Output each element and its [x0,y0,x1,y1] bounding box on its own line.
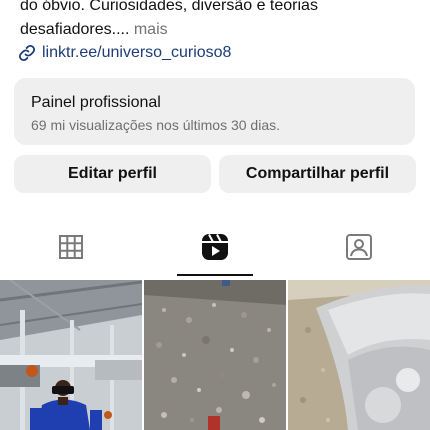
reels-icon [201,233,229,266]
tab-reels[interactable] [201,232,229,266]
bio-text-line-2: desafiadores.... mais [20,20,168,40]
tagged-icon [345,233,373,266]
selected-tab-indicator [177,274,253,276]
professional-dashboard-title: Painel profissional [31,94,161,111]
professional-dashboard-stats: 69 mi visualizações nos últimos 30 dias. [31,117,281,133]
profile-link-text[interactable]: linktr.ee/universo_curioso8 [42,44,231,62]
link-icon [18,44,36,62]
reel-thumbnail-gym[interactable] [0,280,142,430]
tab-tagged[interactable] [345,232,373,266]
professional-dashboard-card[interactable]: Painel profissional 69 mi visualizações … [14,78,415,145]
profile-link[interactable]: linktr.ee/universo_curioso8 [18,43,231,63]
bio-text-line-1: do óbvio. Curiosidades, diversão e teori… [20,0,318,14]
bio-text-line-2-text: desafiadores.... [20,21,130,38]
grid-icon [58,234,84,265]
edit-profile-button[interactable]: Editar perfil [14,155,211,193]
reel-thumbnail-cushion[interactable] [288,280,430,430]
tab-posts[interactable] [57,232,85,266]
share-profile-button[interactable]: Compartilhar perfil [219,155,416,193]
more-link[interactable]: mais [129,21,168,38]
reel-thumbnail-gravel[interactable] [144,280,286,430]
